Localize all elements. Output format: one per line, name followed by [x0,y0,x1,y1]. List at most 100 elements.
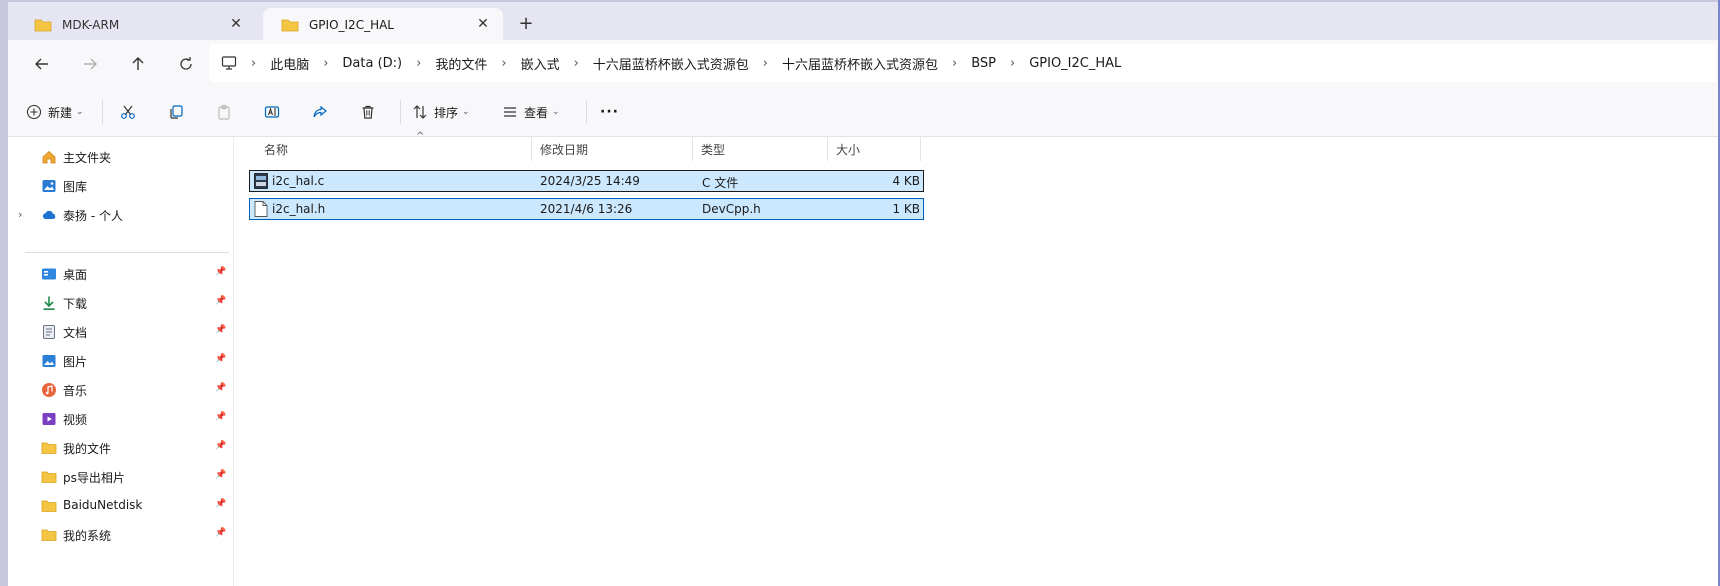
share-button[interactable] [312,100,328,124]
column-header-size[interactable]: 大小 [828,137,921,161]
column-header-type[interactable]: 类型 [693,137,828,161]
onedrive-icon [42,210,56,219]
column-header-name[interactable]: 名称 ^ [256,131,532,161]
sidebar-item-ps-export[interactable]: ps导出相片 📌 [8,463,233,491]
breadcrumb-embedded[interactable]: 嵌入式 [521,54,560,73]
rename-icon [264,106,280,118]
sidebar-item-home[interactable]: 主文件夹 [8,143,233,171]
pin-icon: 📌 [215,267,227,277]
new-button[interactable]: 新建 ⌄ [26,100,84,124]
arrow-up-icon [132,57,144,70]
up-button[interactable] [124,50,152,78]
sidebar-item-desktop[interactable]: 桌面 📌 [8,260,233,288]
arrow-left-icon [35,58,48,70]
sidebar-item-label: 泰扬 - 个人 [63,209,123,223]
sidebar-item-my-files[interactable]: 我的文件 📌 [8,434,233,462]
header-file-icon [254,201,268,217]
sidebar-item-label: 音乐 [63,384,88,398]
breadcrumb-bsp[interactable]: BSP [971,56,996,71]
sidebar-item-label: 图片 [63,355,88,369]
download-icon [43,296,55,310]
sidebar-item-label: 视频 [63,413,88,427]
tab-gpio-i2c-hal[interactable]: GPIO_I2C_HAL ✕ [263,8,503,42]
column-header-label: 名称 [264,142,289,157]
sidebar-item-pictures[interactable]: 图片 📌 [8,347,233,375]
forward-button[interactable] [76,50,104,78]
file-size: 4 KB [892,174,920,188]
breadcrumb-separator[interactable]: › [323,56,328,71]
file-list: 名称 ^ 修改日期 类型 大小 i2c_hal.c 2024/3/25 14:4… [234,131,1718,586]
sidebar-item-baidunetdisk[interactable]: BaiduNetdisk 📌 [8,492,233,520]
add-circle-icon [26,104,42,120]
file-type: DevCpp.h [702,202,761,216]
back-button[interactable] [28,50,56,78]
file-row[interactable]: i2c_hal.c 2024/3/25 14:49 C 文件 4 KB [249,170,924,192]
view-button[interactable]: 查看 ⌄ [502,100,560,124]
tab-mdk-arm[interactable]: MDK-ARM ✕ [16,8,256,42]
sidebar-item-label: 主文件夹 [63,151,112,165]
sidebar-item-gallery[interactable]: 图库 [8,172,233,200]
breadcrumb-my-files[interactable]: 我的文件 [435,54,487,73]
address-bar[interactable]: › 此电脑 › Data (D:) › 我的文件 › 嵌入式 › 十六届蓝桥杯嵌… [209,44,1716,82]
more-icon: ··· [600,104,619,120]
refresh-button[interactable] [172,50,200,78]
toolbar-divider [102,100,103,124]
breadcrumb-separator[interactable]: › [251,56,256,71]
file-row[interactable]: i2c_hal.h 2021/4/6 13:26 DevCpp.h 1 KB [249,198,924,220]
column-header-label: 修改日期 [540,142,589,157]
c-source-file-icon [254,173,268,189]
breadcrumb-separator[interactable]: › [1010,56,1015,71]
breadcrumb-resource-pack-inner[interactable]: 十六届蓝桥杯嵌入式资源包 [782,54,938,73]
close-icon[interactable]: ✕ [228,16,244,32]
close-icon[interactable]: ✕ [475,16,491,32]
sidebar-item-onedrive[interactable]: › 泰扬 - 个人 [8,201,233,229]
tab-label: MDK-ARM [62,18,120,32]
sidebar-item-documents[interactable]: 文档 📌 [8,318,233,346]
sidebar-item-label: 图库 [63,180,88,194]
delete-button[interactable] [360,100,376,124]
file-modified: 2021/4/6 13:26 [540,202,633,216]
new-button-label: 新建 [48,105,73,120]
copy-button[interactable] [168,100,184,124]
breadcrumb-separator[interactable]: › [952,56,957,71]
paste-button[interactable] [216,100,232,124]
sidebar-item-my-system[interactable]: 我的系统 📌 [8,521,233,549]
folder-icon [41,500,57,512]
chevron-down-icon: ⌄ [552,107,560,117]
breadcrumb-gpio-i2c-hal[interactable]: GPIO_I2C_HAL [1029,56,1121,71]
view-list-icon [504,107,516,117]
pin-icon: 📌 [215,354,227,364]
sidebar-item-downloads[interactable]: 下载 📌 [8,289,233,317]
chevron-right-icon[interactable]: › [18,208,22,221]
column-header-modified[interactable]: 修改日期 [532,137,693,161]
breadcrumb-separator[interactable]: › [763,56,768,71]
rename-button[interactable] [264,100,280,124]
pin-icon: 📌 [215,412,227,422]
column-header-label: 类型 [701,142,726,157]
arrow-right-icon [84,58,97,70]
breadcrumb-this-pc[interactable]: 此电脑 [270,54,309,73]
folder-icon [281,19,299,32]
copy-icon [170,105,183,119]
breadcrumb-separator[interactable]: › [574,56,579,71]
sort-button[interactable]: 排序 ⌄ [412,100,470,124]
refresh-icon [180,57,192,70]
column-header-label: 大小 [836,142,861,157]
cut-button[interactable] [120,100,136,124]
videos-icon [42,413,56,425]
breadcrumb-data-drive[interactable]: Data (D:) [342,56,402,71]
documents-icon [43,325,55,339]
breadcrumb-separator[interactable]: › [416,56,421,71]
sidebar-item-videos[interactable]: 视频 📌 [8,405,233,433]
window-frame-left [0,0,8,586]
tab-label: GPIO_I2C_HAL [309,18,394,32]
new-tab-button[interactable]: + [516,14,536,34]
chevron-down-icon: ⌄ [76,107,84,117]
more-options-button[interactable]: ··· [600,100,619,124]
sidebar-item-music[interactable]: 音乐 📌 [8,376,233,404]
sidebar-item-label: ps导出相片 [63,471,125,485]
breadcrumb-separator[interactable]: › [501,56,506,71]
scissors-icon [121,105,135,119]
desktop-icon [42,268,56,280]
breadcrumb-resource-pack[interactable]: 十六届蓝桥杯嵌入式资源包 [593,54,749,73]
